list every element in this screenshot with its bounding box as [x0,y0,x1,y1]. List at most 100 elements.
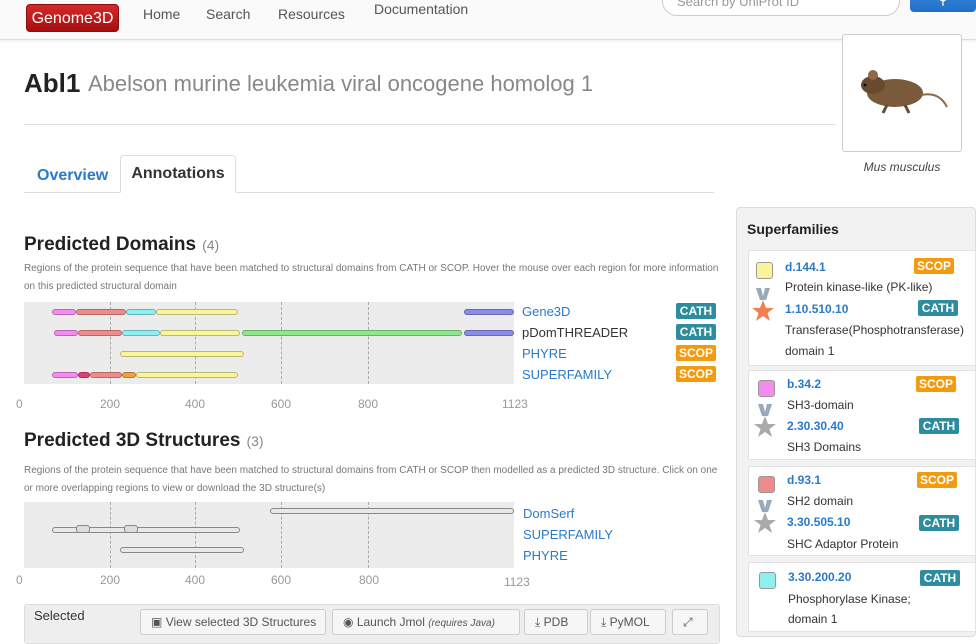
pymol-label: PyMOL [609,615,650,629]
domain-segment[interactable] [160,330,240,336]
superfamily-name: SH3 Domains [787,440,862,454]
nav-search[interactable]: Search [206,6,250,22]
domain-segment[interactable] [242,330,462,336]
domain-segment[interactable] [52,309,76,315]
structure-segment[interactable] [76,525,90,533]
brand-logo[interactable]: Genome3D [26,4,119,32]
cath-badge[interactable]: CATH [920,570,960,586]
domain-row-label[interactable]: SUPERFAMILY [522,367,612,382]
domain-segment[interactable] [464,309,514,315]
cath-badge[interactable]: CATH [676,324,716,340]
medal-silver-icon [754,404,776,437]
superfamily-name: Phosphorylase Kinase; [788,592,911,606]
domain-segment[interactable] [54,330,78,336]
cath-code-link[interactable]: 2.30.30.40 [787,419,844,433]
cath-badge[interactable]: CATH [919,515,959,531]
domain-row-label[interactable]: PHYRE [522,346,567,361]
domain-segment[interactable] [122,372,136,378]
color-swatch [756,262,773,279]
axis-tick: 800 [359,573,380,587]
structures-description: Regions of the protein sequence that hav… [24,465,718,494]
structure-segment[interactable] [124,525,138,533]
domain-segment[interactable] [464,330,514,336]
search-button[interactable]: ⚲ [910,0,976,12]
domain-segment[interactable] [52,372,78,378]
search-input[interactable]: Search by UniProt ID [662,0,900,16]
domain-segment[interactable] [156,309,238,315]
launch-jmol-button[interactable]: ◉ Launch Jmol (requires Java) [332,609,520,635]
cath-code-link[interactable]: 3.30.505.10 [787,515,850,529]
domain-segment[interactable] [122,330,160,336]
structures-heading: Predicted 3D Structures (3) [24,430,264,452]
launch-jmol-label: Launch Jmol [356,615,425,629]
domain-segment[interactable] [136,372,238,378]
domain-segment[interactable] [90,372,122,378]
structure-segment[interactable] [120,547,244,553]
superfamily-name: Transferase(Phosphotransferase) [785,323,964,337]
cath-code-link[interactable]: 3.30.200.20 [788,570,851,584]
pymol-button[interactable]: ⤓ PyMOL [590,609,666,635]
pdb-button[interactable]: ⤓ PDB [524,609,588,635]
view-structures-label: View selected 3D Structures [165,615,317,629]
view-structures-button[interactable]: ▣ View selected 3D Structures [140,609,326,635]
domains-count: (4) [202,237,220,253]
structures-track [24,502,514,568]
expand-icon: ⤢ [683,615,693,629]
cath-badge[interactable]: CATH [918,300,958,316]
tab-overview[interactable]: Overview [37,167,108,185]
structure-segment[interactable] [270,508,514,514]
cath-badge[interactable]: CATH [676,303,716,319]
axis-tick: 1123 [502,397,528,411]
mouse-image [861,70,948,114]
domain-segment[interactable] [78,330,122,336]
scop-badge[interactable]: SCOP [676,366,716,382]
download-icon: ⤓ [535,615,541,629]
domain-row-label[interactable]: pDomTHREADER [522,325,628,340]
domain-segment[interactable] [78,372,90,378]
axis-tick: 600 [271,573,292,587]
domain-segment[interactable] [120,351,244,357]
pdb-label: PDB [543,615,569,629]
scop-code-link[interactable]: d.93.1 [787,473,821,487]
structure-row-label[interactable]: SUPERFAMILY [523,527,613,542]
expand-button[interactable]: ⤢ [672,609,708,635]
structures-count: (3) [246,433,264,449]
structures-title: Predicted 3D Structures [24,430,241,451]
domain-segment[interactable] [76,309,126,315]
scop-code-link[interactable]: d.144.1 [785,260,826,274]
gene-name: Abelson murine leukemia viral oncogene h… [88,71,594,96]
medal-gold-icon [752,288,774,321]
scop-badge[interactable]: SCOP [916,376,956,392]
axis-tick: 200 [100,573,121,587]
nav-resources[interactable]: Resources [278,6,345,22]
species-name: Mus musculus [863,160,941,174]
nav-home[interactable]: Home [143,6,180,22]
gene-symbol: Abl1 [24,68,81,98]
superfamilies-title: Superfamilies [747,221,839,237]
eye-icon: ◉ [343,615,354,629]
color-swatch [758,380,775,397]
scop-code-link[interactable]: b.34.2 [787,377,821,391]
cath-code-link[interactable]: 1.10.510.10 [785,302,848,316]
search-icon: ⚲ [938,0,948,7]
jmol-note: (requires Java) [428,618,495,629]
nav-documentation[interactable]: Documentation [374,1,468,17]
scop-badge[interactable]: SCOP [917,472,957,488]
structure-row-label[interactable]: PHYRE [523,548,568,563]
scop-badge[interactable]: SCOP [914,258,954,274]
color-swatch [759,572,776,589]
axis-tick: 800 [358,397,379,411]
structure-row-label[interactable]: DomSerf [523,506,574,521]
cath-badge[interactable]: CATH [919,418,959,434]
superfamily-name: Protein kinase-like (PK-like) [785,280,933,294]
axis-tick: 400 [185,397,206,411]
axis-tick: 0 [16,573,23,587]
tab-annotations[interactable]: Annotations [120,155,236,193]
species-photo [842,34,962,152]
superfamily-name: SHC Adaptor Protein [787,537,899,551]
axis-tick: 600 [271,397,292,411]
scop-badge[interactable]: SCOP [676,345,716,361]
domains-description: Regions of the protein sequence that hav… [24,263,719,292]
domain-segment[interactable] [126,309,156,315]
domain-row-label[interactable]: Gene3D [522,304,570,319]
